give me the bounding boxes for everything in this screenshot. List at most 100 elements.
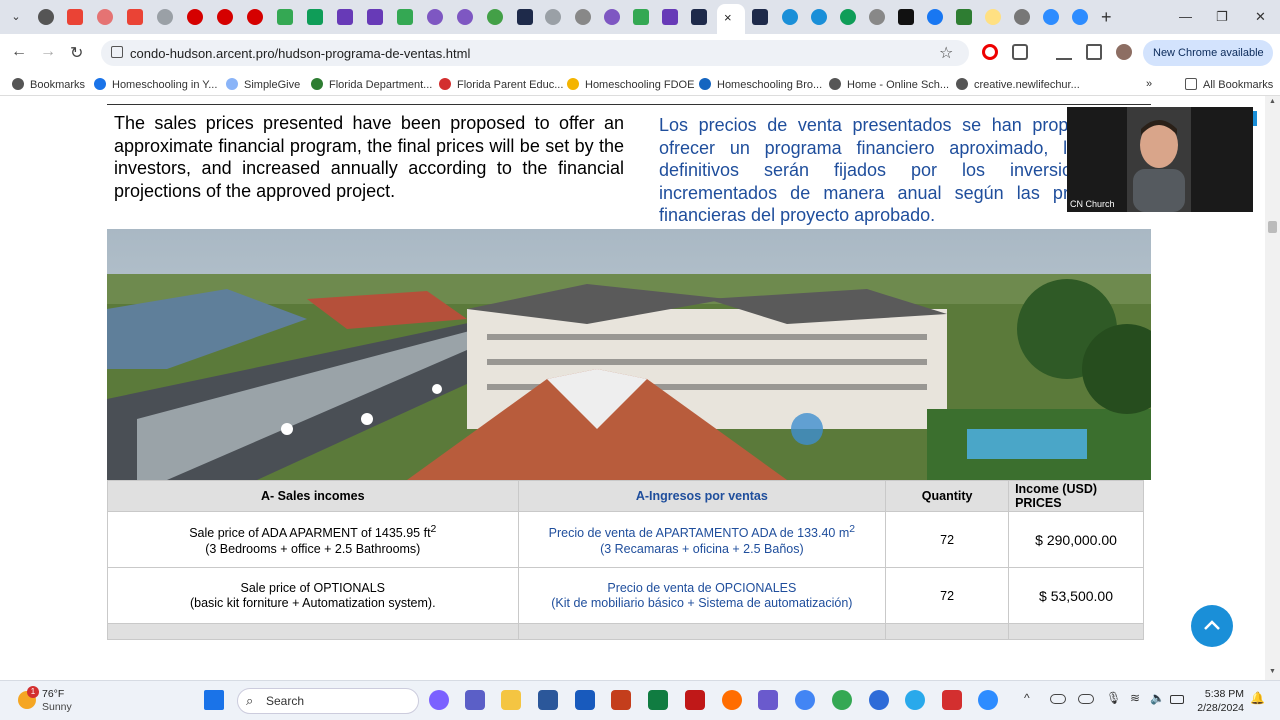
zoom-tab-icon[interactable] [1043, 9, 1059, 25]
app-icon[interactable] [722, 690, 742, 710]
tab-icon[interactable] [956, 9, 972, 25]
tab-icon[interactable] [1014, 9, 1030, 25]
pdf-icon[interactable] [942, 690, 962, 710]
minimize-icon[interactable]: — [1179, 9, 1192, 24]
telegram-icon[interactable] [905, 690, 925, 710]
reload-icon[interactable]: ↻ [70, 43, 83, 63]
file-explorer-icon[interactable] [501, 690, 521, 710]
excel-icon[interactable] [648, 690, 668, 710]
bookmark-item[interactable]: Florida Parent Educ... [439, 78, 563, 91]
address-bar[interactable]: condo-hudson.arcent.pro/hudson-programa-… [101, 40, 969, 66]
store-icon[interactable] [538, 690, 558, 710]
zoom-tab-icon[interactable] [1072, 9, 1088, 25]
scroll-up-icon[interactable]: ▲ [1269, 98, 1276, 105]
wifi-icon[interactable]: ≋ [1130, 691, 1140, 705]
opera-extension-icon[interactable] [982, 44, 998, 60]
bookmark-item[interactable]: Homeschooling in Y... [94, 78, 217, 91]
app-icon[interactable] [869, 690, 889, 710]
onedrive-icon[interactable] [1078, 694, 1094, 704]
tab-icon[interactable] [811, 9, 827, 25]
site-info-icon[interactable] [111, 46, 123, 58]
forms-tab-icon[interactable] [662, 9, 678, 25]
gmail-tab-icon[interactable] [127, 9, 143, 25]
mcafee-icon[interactable] [685, 690, 705, 710]
back-icon[interactable]: ← [11, 43, 27, 61]
globe-tab-icon[interactable] [575, 9, 591, 25]
bookmark-item[interactable]: Homeschooling Bro... [699, 78, 822, 91]
tab-icon[interactable] [217, 9, 233, 25]
tab-icon[interactable] [985, 9, 1001, 25]
tab-icon[interactable] [157, 9, 173, 25]
new-tab-icon[interactable]: + [1101, 7, 1112, 28]
tab-close-icon[interactable]: × [724, 10, 732, 25]
url-text[interactable]: condo-hudson.arcent.pro/hudson-programa-… [130, 46, 470, 61]
bookmark-item[interactable]: Home - Online Sch... [829, 78, 949, 91]
weather-widget[interactable]: 1 76°F Sunny [18, 686, 88, 714]
bookmark-item[interactable]: creative.newlifechur... [956, 78, 1080, 91]
all-bookmarks-item[interactable]: All Bookmarks [1185, 78, 1273, 91]
word-icon[interactable] [575, 690, 595, 710]
bookmark-star-icon[interactable]: ☆ [939, 43, 953, 63]
system-clock[interactable]: 5:38 PM 2/28/2024 [1190, 687, 1244, 715]
extensions-icon[interactable] [1012, 44, 1028, 60]
sheets-tab-icon[interactable] [307, 9, 323, 25]
chrome-tab-icon[interactable] [38, 9, 54, 25]
taskbar-search-input[interactable]: ⌕ Search [237, 688, 419, 714]
bookmark-item[interactable]: Bookmarks [12, 78, 85, 91]
close-window-icon[interactable]: ✕ [1255, 9, 1266, 25]
forms-tab-icon[interactable] [337, 9, 353, 25]
facebook-tab-icon[interactable] [927, 9, 943, 25]
tab-icon[interactable] [782, 9, 798, 25]
update-chrome-button[interactable]: New Chrome available ⋮ [1143, 40, 1273, 85]
globe-tab-icon[interactable] [869, 9, 885, 25]
tab-icon[interactable] [840, 9, 856, 25]
scroll-to-top-button[interactable] [1191, 605, 1233, 647]
tab-icon[interactable] [427, 9, 443, 25]
forms-tab-icon[interactable] [367, 9, 383, 25]
cloud-icon[interactable] [1050, 694, 1066, 704]
bookmark-item[interactable]: Florida Department... [311, 78, 432, 91]
scrollbar-thumb[interactable] [1268, 221, 1277, 233]
forward-icon[interactable]: → [40, 43, 56, 61]
bookmark-item[interactable]: SimpleGive [226, 78, 300, 91]
video-call-overlay[interactable]: CN Church [1067, 107, 1253, 212]
bookmarks-overflow-icon[interactable]: » [1146, 78, 1152, 90]
tray-chevron-icon[interactable]: ^ [1024, 691, 1030, 705]
chrome-icon[interactable] [795, 690, 815, 710]
tab-icon[interactable] [247, 9, 263, 25]
volume-icon[interactable]: 🔈 [1150, 691, 1165, 705]
teams-icon[interactable] [465, 690, 485, 710]
vertical-scrollbar[interactable]: ▲ ▼ [1265, 96, 1280, 680]
app-icon[interactable] [758, 690, 778, 710]
download-icon[interactable] [1056, 44, 1072, 60]
drive-tab-icon[interactable] [397, 9, 413, 25]
tab-icon[interactable] [187, 9, 203, 25]
side-panel-icon[interactable] [1086, 44, 1102, 60]
tab-icon[interactable] [752, 9, 768, 25]
bookmark-item[interactable]: Homeschooling FDOE [567, 78, 694, 91]
copilot-icon[interactable] [429, 690, 449, 710]
gmail-tab-icon[interactable] [67, 9, 83, 25]
windows-start-icon[interactable] [204, 690, 224, 710]
bookmark-icon [94, 78, 106, 90]
tab-icon[interactable] [604, 9, 620, 25]
tab-icon[interactable] [457, 9, 473, 25]
drive-tab-icon[interactable] [277, 9, 293, 25]
tab-icon[interactable] [545, 9, 561, 25]
powerpoint-icon[interactable] [611, 690, 631, 710]
zoom-icon[interactable] [978, 690, 998, 710]
maximize-icon[interactable]: ❐ [1216, 9, 1228, 25]
tab-search-icon[interactable]: ⌄ [6, 7, 26, 27]
tab-icon[interactable] [97, 9, 113, 25]
chrome-icon[interactable] [832, 690, 852, 710]
battery-icon[interactable] [1170, 695, 1184, 704]
tab-icon[interactable] [691, 9, 707, 25]
scroll-down-icon[interactable]: ▼ [1269, 668, 1276, 675]
drive-tab-icon[interactable] [633, 9, 649, 25]
profile-avatar[interactable] [1116, 44, 1132, 60]
x-tab-icon[interactable] [898, 9, 914, 25]
microphone-icon[interactable]: 🎙 [1106, 691, 1121, 705]
tab-icon[interactable] [517, 9, 533, 25]
tab-icon[interactable] [487, 9, 503, 25]
notification-bell-icon[interactable]: 🔔 [1250, 691, 1265, 705]
